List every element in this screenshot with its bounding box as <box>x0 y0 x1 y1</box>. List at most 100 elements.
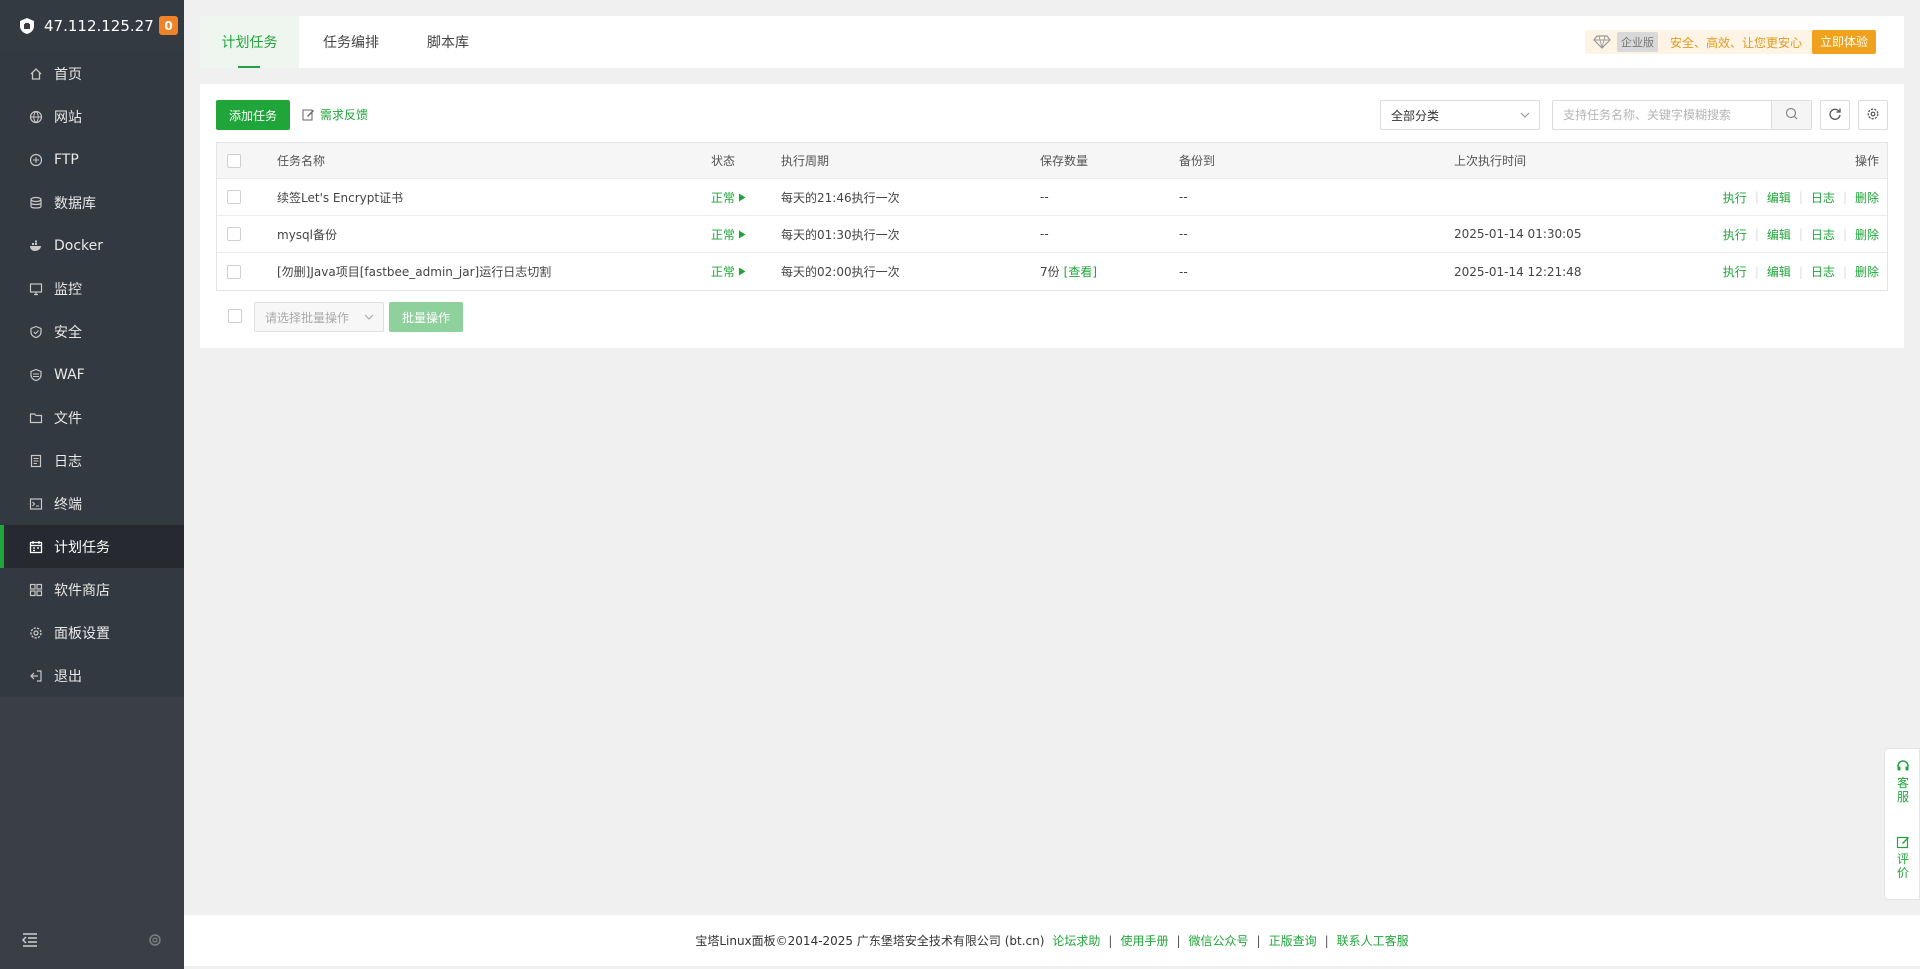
server-ip: 47.112.125.27 <box>44 17 154 35</box>
sidebar-item-label: 计划任务 <box>54 539 110 556</box>
play-icon <box>738 267 746 276</box>
delete-button[interactable]: 删除 <box>1855 263 1879 280</box>
edit-icon <box>1896 835 1910 852</box>
category-select[interactable]: 全部分类 <box>1380 100 1540 130</box>
task-cycle: 每天的01:30执行一次 <box>781 227 900 242</box>
add-task-button[interactable]: 添加任务 <box>216 100 290 130</box>
table-row: 续签Let's Encrypt证书 正常 每天的21:46执行一次 -- -- 执行 | 编辑… <box>217 179 1887 216</box>
view-backups-link[interactable]: [查看] <box>1064 263 1097 280</box>
task-cycle: 每天的02:00执行一次 <box>781 265 900 279</box>
try-now-button[interactable]: 立即体验 <box>1811 30 1876 54</box>
headset-icon <box>1896 759 1910 776</box>
log-button[interactable]: 日志 <box>1811 226 1835 243</box>
footer-link-forum[interactable]: 论坛求助 <box>1052 932 1100 949</box>
edit-button[interactable]: 编辑 <box>1767 189 1791 206</box>
notification-badge[interactable]: 0 <box>159 16 178 35</box>
top-tab-bar: 计划任务 任务编排 脚本库 企业版 安全、高效、让您更安心 立即体验 <box>200 16 1904 68</box>
header-keep-count: 保存数量 <box>1040 154 1089 168</box>
sidebar-item-label: 安全 <box>54 324 82 341</box>
log-button[interactable]: 日志 <box>1811 263 1835 280</box>
rate-button[interactable]: 评价 <box>1885 835 1920 880</box>
run-button[interactable]: 执行 <box>1723 263 1747 280</box>
sidebar-item-7[interactable]: WAF <box>0 353 184 396</box>
search-button[interactable] <box>1771 101 1811 129</box>
task-table: 任务名称 状态 执行周期 保存数量 备份到 上次执行时间 操作 续签Let's … <box>216 142 1888 291</box>
play-icon <box>738 193 746 202</box>
sidebar-item-9[interactable]: 日志 <box>0 439 184 482</box>
task-status[interactable]: 正常 <box>711 216 746 252</box>
sidebar-item-label: 网站 <box>54 109 82 126</box>
edit-note-icon <box>302 108 315 121</box>
customer-service-label: 客服 <box>1896 776 1909 804</box>
table-settings-button[interactable] <box>1858 100 1888 130</box>
tab-script-library[interactable]: 脚本库 <box>427 16 469 68</box>
sidebar-item-14[interactable]: 退出 <box>0 654 184 697</box>
edit-button[interactable]: 编辑 <box>1767 263 1791 280</box>
sidebar-item-6[interactable]: 安全 <box>0 310 184 353</box>
sidebar-item-12[interactable]: 软件商店 <box>0 568 184 611</box>
sidebar-item-3[interactable]: 数据库 <box>0 181 184 224</box>
play-icon <box>738 230 746 239</box>
diamond-icon <box>1585 35 1617 49</box>
header-backup-to: 备份到 <box>1179 154 1216 168</box>
settings-gear-icon[interactable] <box>148 933 162 950</box>
select-all-checkbox[interactable] <box>227 153 241 168</box>
sidebar-item-8[interactable]: 文件 <box>0 396 184 439</box>
row-operations: 执行 | 编辑 | 日志 | 删除 <box>1722 189 1879 206</box>
sidebar-footer <box>0 914 184 969</box>
row-operations: 执行 | 编辑 | 日志 | 删除 <box>1722 263 1879 280</box>
copyright-text: 宝塔Linux面板©2014-2025 广东堡塔安全技术有限公司 (bt.cn) <box>695 934 1045 948</box>
tab-scheduled-tasks[interactable]: 计划任务 <box>200 16 299 68</box>
batch-select-checkbox[interactable] <box>228 309 242 323</box>
footer-link-manual[interactable]: 使用手册 <box>1120 932 1168 949</box>
waf-icon <box>29 368 43 382</box>
task-backup-to: -- <box>1179 264 1188 279</box>
grid-icon <box>29 583 43 597</box>
sidebar-item-label: 终端 <box>54 496 82 513</box>
docker-icon <box>29 239 43 253</box>
footer-link-wechat[interactable]: 微信公众号 <box>1189 932 1249 949</box>
search-input[interactable] <box>1553 101 1771 129</box>
table-row: [勿删]Java项目[fastbee_admin_jar]运行日志切割 正常 每天的… <box>217 253 1887 290</box>
refresh-button[interactable] <box>1820 100 1850 130</box>
footer-link-support[interactable]: 联系人工客服 <box>1337 932 1409 949</box>
edit-button[interactable]: 编辑 <box>1767 226 1791 243</box>
batch-operation-select[interactable]: 请选择批量操作 <box>254 302 384 332</box>
delete-button[interactable]: 删除 <box>1855 226 1879 243</box>
task-name: 续签Let's Encrypt证书 <box>277 190 404 205</box>
row-operations: 执行 | 编辑 | 日志 | 删除 <box>1722 226 1879 243</box>
task-status[interactable]: 正常 <box>711 179 746 215</box>
row-checkbox[interactable] <box>227 227 241 241</box>
collapse-menu-icon[interactable] <box>21 933 38 950</box>
chevron-down-icon <box>1519 109 1531 121</box>
sidebar-item-10[interactable]: 终端 <box>0 482 184 525</box>
sidebar-menu: 首页网站 FTP 数据库 Docker 监控安全 WAF 文件 日志终端计划任务软件商店 面板设… <box>0 52 184 697</box>
task-keep-count: -- <box>1040 216 1053 252</box>
sidebar-item-5[interactable]: 监控 <box>0 267 184 310</box>
keep-count-text: -- <box>1040 227 1049 241</box>
run-button[interactable]: 执行 <box>1723 189 1747 206</box>
customer-service-button[interactable]: 客服 <box>1885 759 1920 804</box>
enterprise-label: 企业版 <box>1616 32 1658 52</box>
sidebar-item-2[interactable]: FTP <box>0 138 184 181</box>
sidebar-item-0[interactable]: 首页 <box>0 52 184 95</box>
sidebar-item-13[interactable]: 面板设置 <box>0 611 184 654</box>
batch-operation-button[interactable]: 批量操作 <box>389 302 463 332</box>
task-status[interactable]: 正常 <box>711 253 746 290</box>
sidebar-item-1[interactable]: 网站 <box>0 95 184 138</box>
sidebar-item-4[interactable]: Docker <box>0 224 184 267</box>
run-button[interactable]: 执行 <box>1723 226 1747 243</box>
log-button[interactable]: 日志 <box>1811 189 1835 206</box>
row-checkbox[interactable] <box>227 190 241 204</box>
ftp-icon <box>29 153 43 167</box>
rate-label: 评价 <box>1896 852 1909 880</box>
delete-button[interactable]: 删除 <box>1855 189 1879 206</box>
server-header[interactable]: 47.112.125.27 0 <box>0 0 184 52</box>
tab-task-orchestration[interactable]: 任务编排 <box>323 16 379 68</box>
sidebar-item-11[interactable]: 计划任务 <box>0 525 184 568</box>
feedback-link[interactable]: 需求反馈 <box>302 106 368 123</box>
footer-link-license[interactable]: 正版查询 <box>1269 932 1317 949</box>
table-body: 续签Let's Encrypt证书 正常 每天的21:46执行一次 -- -- 执行 | 编辑… <box>217 179 1887 290</box>
row-checkbox[interactable] <box>227 264 241 279</box>
sidebar-item-label: 首页 <box>54 66 82 83</box>
